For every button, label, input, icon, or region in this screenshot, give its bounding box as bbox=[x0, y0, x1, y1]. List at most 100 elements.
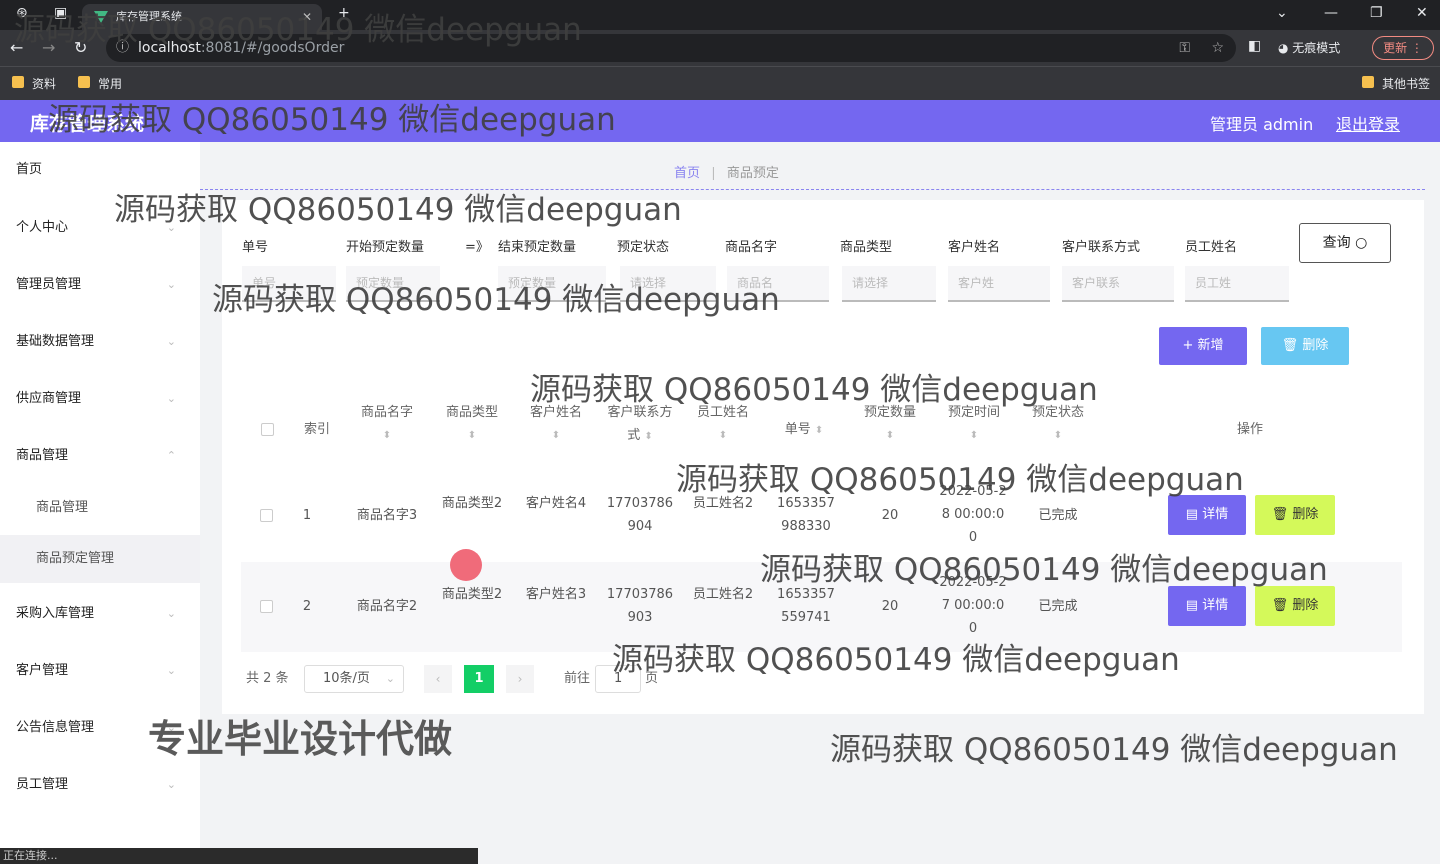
delete-button[interactable]: 🗑 删除 bbox=[1255, 495, 1335, 535]
bookmarks-bar: 资料 常用 其他书签 bbox=[0, 66, 1440, 100]
sidebar-item-basic-data[interactable]: 基础数据管理 ⌄ bbox=[0, 318, 200, 366]
search-icon: ○ bbox=[1355, 235, 1368, 251]
sort-icon[interactable]: ⬍ bbox=[518, 424, 594, 447]
bookmark-folder[interactable]: 资料 bbox=[12, 75, 56, 92]
vue-logo-icon bbox=[94, 11, 108, 23]
employee-name-input[interactable]: 员工姓 bbox=[1185, 266, 1289, 302]
tab-search-icon[interactable]: ▣ bbox=[54, 5, 67, 21]
col-header-qty[interactable]: 预定数量 ⬍ bbox=[852, 401, 928, 447]
chevron-down-icon: ⌄ bbox=[385, 672, 395, 685]
col-header-label: 客户联系方式 bbox=[607, 405, 673, 443]
sidebar-item-customer[interactable]: 客户管理 ⌄ bbox=[0, 647, 200, 695]
sort-icon[interactable]: ⬍ bbox=[434, 424, 510, 447]
search-label-end-qty: 结束预定数量 bbox=[498, 240, 577, 255]
col-header-goods-name[interactable]: 商品名字 ⬍ bbox=[348, 401, 426, 447]
sidebar-panel-icon[interactable]: ◧ bbox=[1248, 38, 1261, 54]
bookmark-folder-other[interactable]: 其他书签 bbox=[1362, 75, 1430, 92]
sidebar-item-label: 客户管理 bbox=[16, 663, 69, 678]
sidebar-subitem-goods-mgmt[interactable]: 商品管理 bbox=[0, 484, 200, 532]
sidebar-item-goods[interactable]: 商品管理 ⌃ bbox=[0, 432, 200, 480]
minimize-icon[interactable]: — bbox=[1324, 5, 1338, 21]
sidebar-item-employee[interactable]: 员工管理 ⌄ bbox=[0, 761, 200, 809]
sort-icon[interactable]: ⬍ bbox=[1020, 424, 1096, 447]
bookmark-folder[interactable]: 常用 bbox=[78, 75, 122, 92]
sort-icon[interactable]: ⬍ bbox=[815, 425, 823, 436]
browser-tab[interactable]: 库存管理系统 ✕ bbox=[82, 4, 322, 30]
sidebar-item-home[interactable]: 首页 bbox=[0, 146, 200, 194]
col-header-label: 员工姓名 bbox=[696, 405, 749, 420]
customer-phone-input[interactable]: 客户联系 bbox=[1062, 266, 1174, 302]
detail-label: 详情 bbox=[1202, 598, 1229, 613]
key-icon[interactable]: ⚿ bbox=[1179, 34, 1190, 62]
sidebar-item-label: 个人中心 bbox=[16, 220, 69, 235]
col-header-order-no[interactable]: 单号 ⬍ bbox=[766, 418, 842, 442]
sidebar-item-supplier[interactable]: 供应商管理 ⌄ bbox=[0, 375, 200, 423]
sort-icon[interactable]: ⬍ bbox=[644, 431, 652, 442]
sort-icon[interactable]: ⬍ bbox=[348, 424, 426, 447]
breadcrumb: 首页 ❘ 商品预定 bbox=[674, 162, 779, 181]
order-no-input[interactable]: 单号 bbox=[242, 266, 336, 302]
url-path: :8081/#/goodsOrder bbox=[200, 40, 345, 56]
row-checkbox[interactable] bbox=[260, 509, 273, 522]
batch-delete-button[interactable]: 🗑 删除 bbox=[1261, 327, 1349, 365]
trash-icon: 🗑 bbox=[1271, 507, 1289, 522]
tab-list-chevron-icon[interactable]: ⌄ bbox=[1276, 5, 1288, 21]
divider bbox=[200, 189, 1425, 190]
sidebar-item-personal-center[interactable]: 个人中心 ⌄ bbox=[0, 204, 200, 252]
back-icon[interactable]: ← bbox=[10, 38, 23, 57]
col-header-employee-name[interactable]: 员工姓名 ⬍ bbox=[686, 401, 760, 447]
prev-page-button[interactable]: ‹ bbox=[424, 665, 452, 693]
breadcrumb-home[interactable]: 首页 bbox=[674, 166, 700, 181]
sidebar-item-label: 管理员管理 bbox=[16, 277, 82, 292]
click-indicator bbox=[450, 549, 482, 581]
sort-icon[interactable]: ⬍ bbox=[936, 424, 1012, 447]
customer-name-input[interactable]: 客户姓 bbox=[948, 266, 1050, 302]
col-header-goods-type[interactable]: 商品类型 ⬍ bbox=[434, 401, 510, 447]
delete-button[interactable]: 🗑 删除 bbox=[1255, 586, 1335, 626]
detail-button[interactable]: ▤ 详情 bbox=[1168, 495, 1246, 535]
bookmark-star-icon[interactable]: ☆ bbox=[1211, 34, 1224, 62]
col-header-time[interactable]: 预定时间 ⬍ bbox=[936, 401, 1012, 447]
detail-button[interactable]: ▤ 详情 bbox=[1168, 586, 1246, 626]
search-label-order-status: 预定状态 bbox=[617, 240, 670, 255]
close-tab-icon[interactable]: ✕ bbox=[302, 4, 312, 30]
goto-page-input[interactable]: 1 bbox=[595, 665, 641, 693]
add-button[interactable]: + 新增 bbox=[1159, 327, 1247, 365]
sort-icon[interactable]: ⬍ bbox=[852, 424, 928, 447]
restore-icon[interactable]: ❐ bbox=[1370, 5, 1383, 21]
page-size-select[interactable]: 10条/页 ⌄ bbox=[304, 665, 404, 693]
search-label-customer-name: 客户姓名 bbox=[948, 240, 1001, 255]
col-header-index: 索引 bbox=[303, 422, 330, 437]
browser-menu-icon[interactable]: ⊛ bbox=[16, 5, 28, 21]
goods-name-input[interactable]: 商品名 bbox=[727, 266, 829, 302]
logout-link[interactable]: 退出登录 bbox=[1336, 111, 1400, 135]
window-close-icon[interactable]: ✕ bbox=[1416, 5, 1428, 21]
forward-icon[interactable]: → bbox=[42, 38, 55, 57]
col-header-status[interactable]: 预定状态 ⬍ bbox=[1020, 401, 1096, 447]
goods-type-select[interactable]: 请选择 bbox=[842, 266, 936, 302]
page-suffix-label: 页 bbox=[645, 671, 659, 686]
end-qty-input[interactable]: 预定数量 bbox=[498, 266, 606, 302]
select-all-checkbox[interactable] bbox=[261, 423, 274, 436]
plus-icon: + bbox=[1182, 338, 1194, 353]
update-button[interactable]: 更新 ⋮ bbox=[1372, 36, 1434, 60]
row-checkbox[interactable] bbox=[260, 600, 273, 613]
address-bar[interactable]: ⓘ localhost:8081/#/goodsOrder ⚿ ☆ bbox=[106, 34, 1236, 62]
sidebar-item-admin-mgmt[interactable]: 管理员管理 ⌄ bbox=[0, 261, 200, 309]
start-qty-input[interactable]: 预定数量 bbox=[346, 266, 440, 302]
sort-icon[interactable]: ⬍ bbox=[686, 424, 760, 447]
order-status-select[interactable]: 请选择 bbox=[620, 266, 716, 302]
delete-label: 删除 bbox=[1292, 598, 1319, 613]
incognito-indicator[interactable]: ◕ 无痕模式 bbox=[1278, 36, 1340, 60]
col-header-customer-name[interactable]: 客户姓名 ⬍ bbox=[518, 401, 594, 447]
site-info-icon[interactable]: ⓘ bbox=[116, 34, 129, 62]
cell-time: 2022-05-28 00:00:00 bbox=[939, 484, 1007, 545]
new-tab-icon[interactable]: + bbox=[338, 5, 350, 21]
page-number-current[interactable]: 1 bbox=[464, 665, 494, 693]
reload-icon[interactable]: ↻ bbox=[74, 38, 87, 57]
sidebar-subitem-goods-order[interactable]: 商品预定管理 bbox=[0, 535, 200, 583]
next-page-button[interactable]: › bbox=[506, 665, 534, 693]
sidebar-item-purchase[interactable]: 采购入库管理 ⌄ bbox=[0, 590, 200, 638]
query-button[interactable]: 查询 ○ bbox=[1299, 223, 1391, 263]
col-header-customer-phone[interactable]: 客户联系方式 ⬍ bbox=[604, 401, 676, 448]
